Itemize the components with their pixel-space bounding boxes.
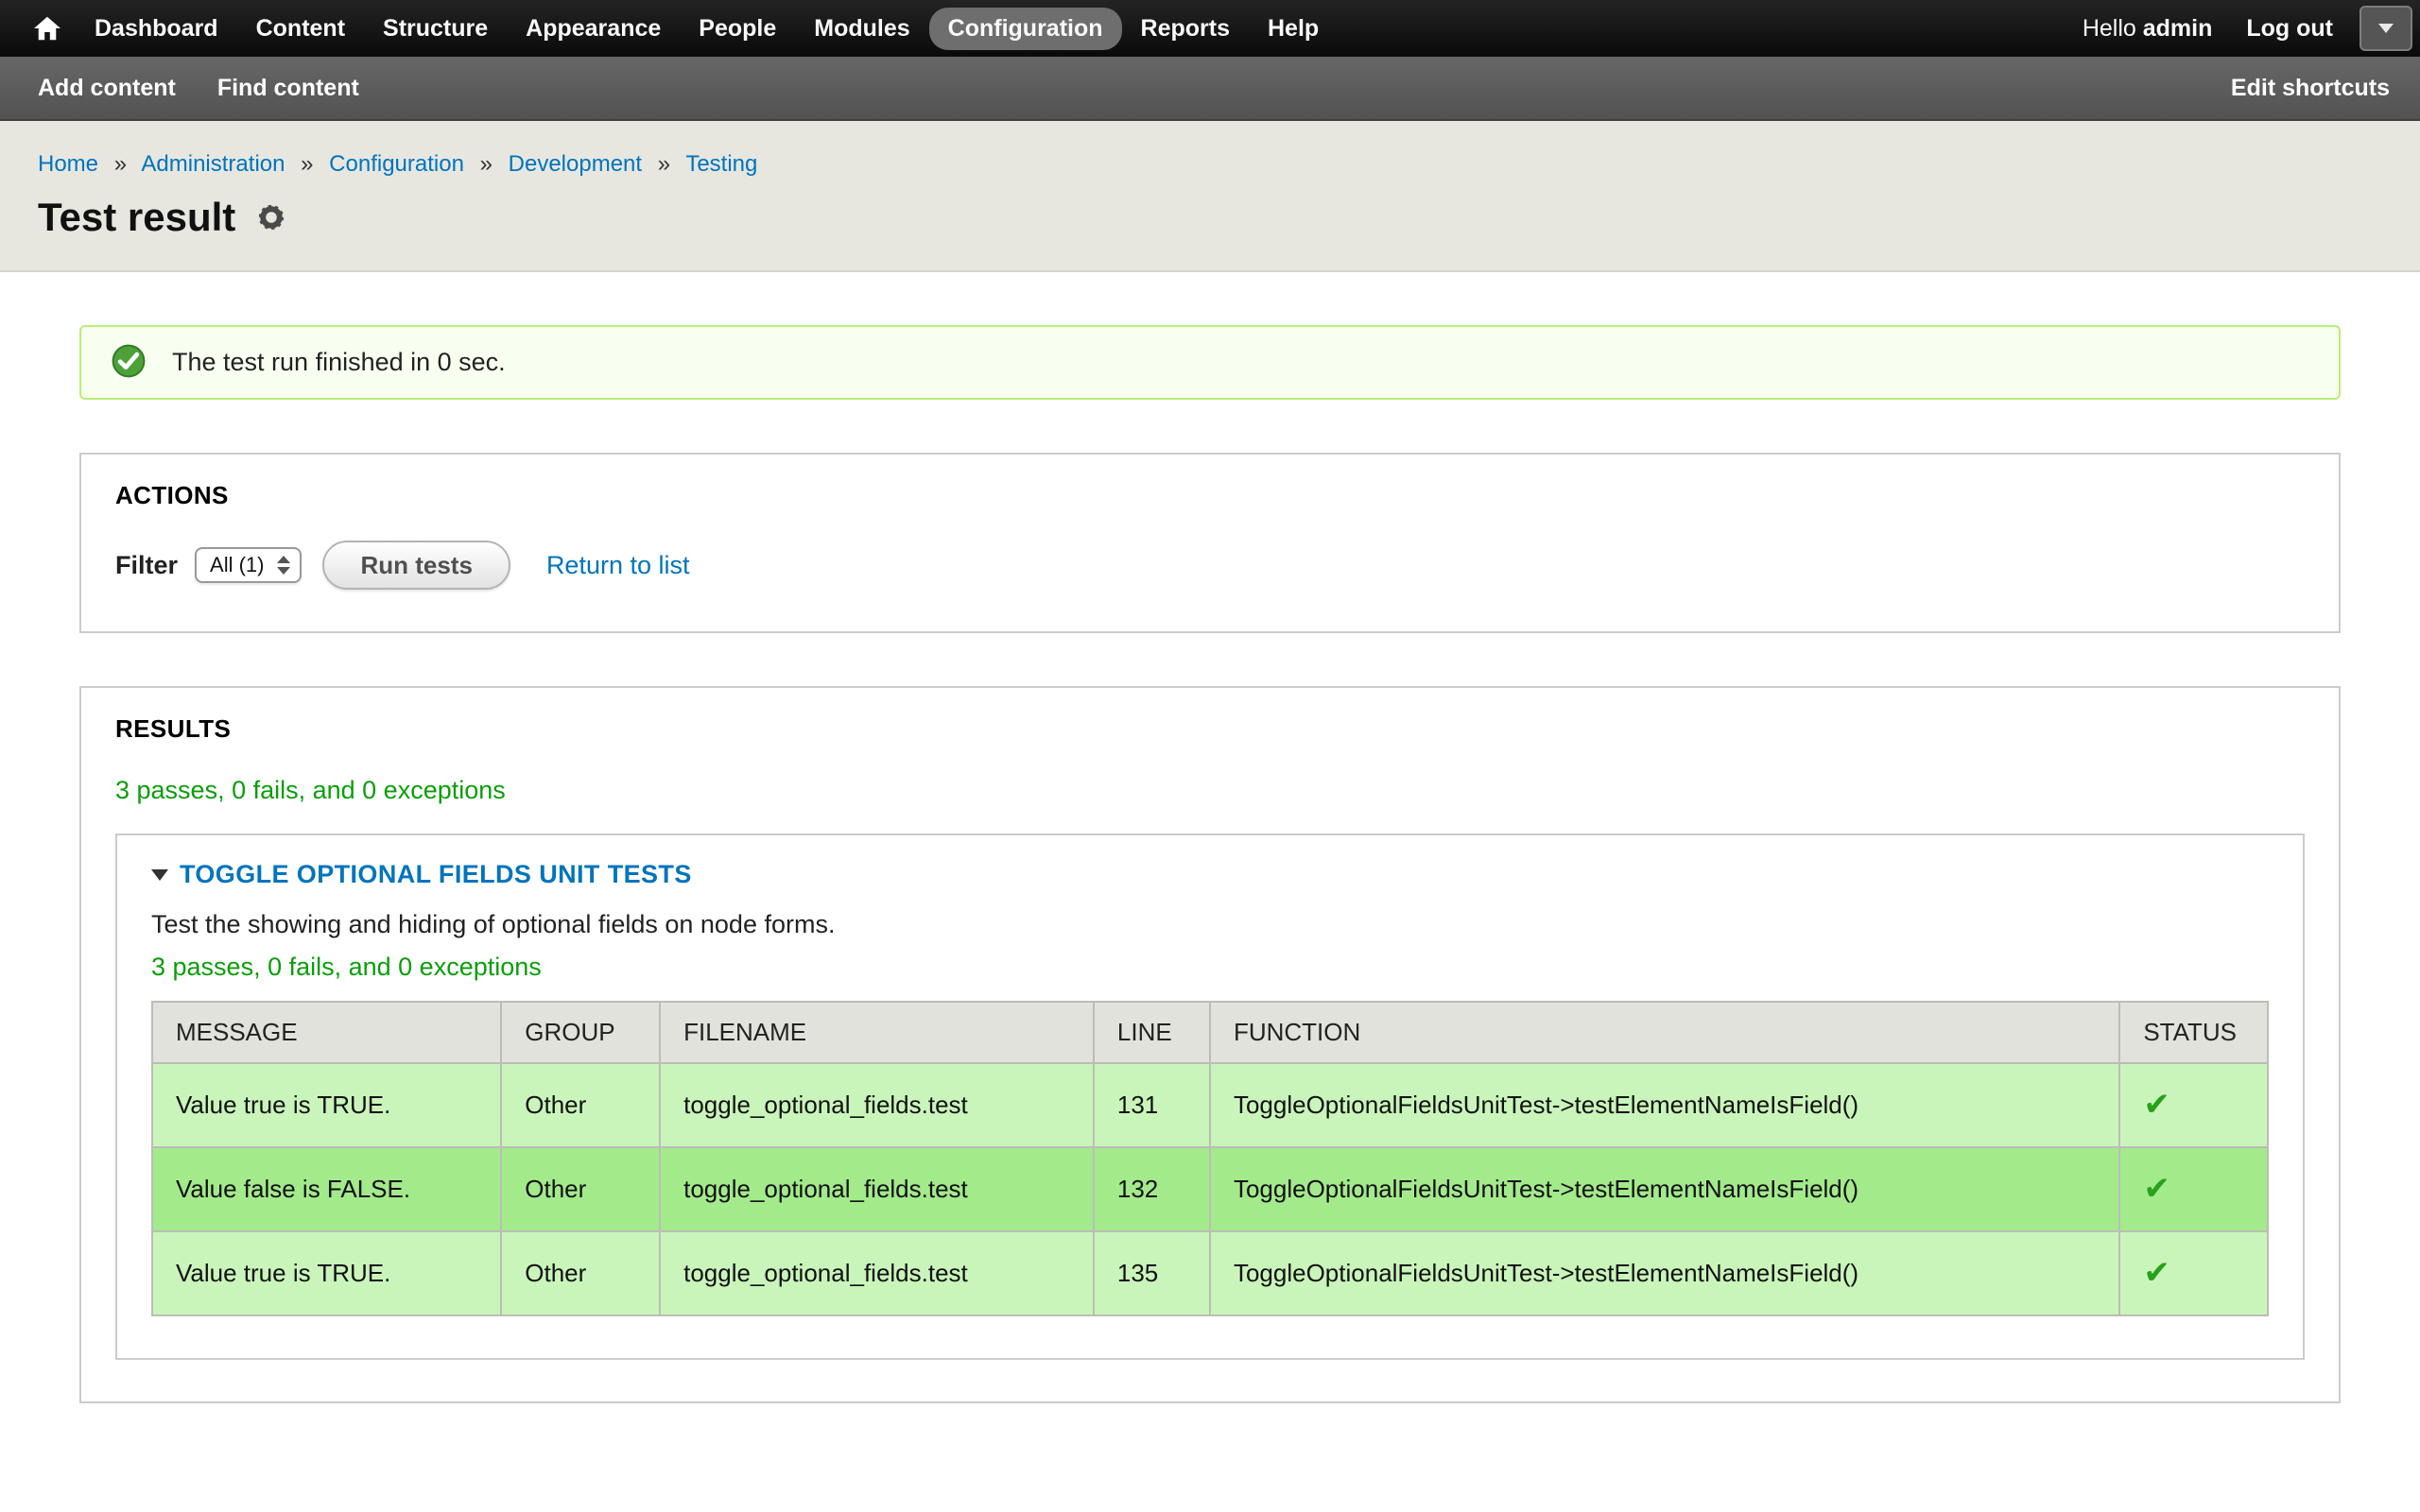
- menu-item-dashboard[interactable]: Dashboard: [76, 8, 237, 50]
- run-tests-button[interactable]: Run tests: [322, 541, 510, 590]
- home-icon[interactable]: [19, 16, 76, 41]
- cell-message: Value false is FALSE.: [152, 1147, 501, 1231]
- results-table: MESSAGE GROUP FILENAME LINE FUNCTION STA…: [151, 1001, 2269, 1316]
- test-group-title-link[interactable]: TOGGLE OPTIONAL FIELDS UNIT TESTS: [180, 860, 692, 889]
- menu-item-help[interactable]: Help: [1249, 8, 1338, 50]
- test-group-summary: 3 passes, 0 fails, and 0 exceptions: [151, 953, 2269, 982]
- cell-line: 135: [1094, 1231, 1210, 1315]
- col-header-group: GROUP: [501, 1002, 660, 1063]
- cell-line: 132: [1094, 1147, 1210, 1231]
- admin-menu: Dashboard Content Structure Appearance P…: [76, 0, 1338, 57]
- filter-select-value: All (1): [210, 553, 264, 577]
- breadcrumb-separator: »: [658, 151, 670, 177]
- pass-check-icon: ✔: [2143, 1255, 2170, 1291]
- admin-toolbar: Dashboard Content Structure Appearance P…: [0, 0, 2420, 57]
- results-table-header-row: MESSAGE GROUP FILENAME LINE FUNCTION STA…: [152, 1002, 2268, 1063]
- col-header-status: STATUS: [2119, 1002, 2268, 1063]
- breadcrumb-administration[interactable]: Administration: [141, 151, 285, 177]
- col-header-line: LINE: [1094, 1002, 1210, 1063]
- actions-legend: ACTIONS: [115, 481, 2305, 510]
- cell-message: Value true is TRUE.: [152, 1063, 501, 1147]
- username: admin: [2143, 15, 2213, 42]
- col-header-function: FUNCTION: [1210, 1002, 2119, 1063]
- cell-message: Value true is TRUE.: [152, 1231, 501, 1315]
- user-greeting: Hello admin: [2064, 15, 2232, 43]
- breadcrumb-separator: »: [301, 151, 313, 177]
- cell-group: Other: [501, 1231, 660, 1315]
- cell-status: ✔: [2119, 1147, 2268, 1231]
- collapse-arrow-icon: [151, 869, 168, 881]
- test-group-description: Test the showing and hiding of optional …: [151, 910, 2269, 939]
- breadcrumb-testing[interactable]: Testing: [685, 151, 757, 177]
- results-legend: RESULTS: [115, 714, 2305, 744]
- select-arrows-icon: [277, 556, 290, 575]
- cell-group: Other: [501, 1147, 660, 1231]
- result-row: Value true is TRUE. Other toggle_optiona…: [152, 1063, 2268, 1147]
- cell-group: Other: [501, 1063, 660, 1147]
- cell-function: ToggleOptionalFieldsUnitTest->testElemen…: [1210, 1063, 2119, 1147]
- menu-item-appearance[interactable]: Appearance: [507, 8, 680, 50]
- menu-item-structure[interactable]: Structure: [364, 8, 507, 50]
- cell-line: 131: [1094, 1063, 1210, 1147]
- test-group-title[interactable]: TOGGLE OPTIONAL FIELDS UNIT TESTS: [151, 860, 2269, 889]
- menu-item-modules[interactable]: Modules: [795, 8, 928, 50]
- cell-filename: toggle_optional_fields.test: [660, 1063, 1094, 1147]
- page-header: Home » Administration » Configuration » …: [0, 121, 2420, 272]
- breadcrumb-separator: »: [114, 151, 127, 177]
- status-message: The test run finished in 0 sec.: [79, 325, 2341, 400]
- logout-link[interactable]: Log out: [2231, 15, 2360, 43]
- cell-status: ✔: [2119, 1231, 2268, 1315]
- result-row: Value false is FALSE. Other toggle_optio…: [152, 1147, 2268, 1231]
- cell-status: ✔: [2119, 1063, 2268, 1147]
- chevron-down-icon: [2378, 24, 2394, 33]
- breadcrumb: Home » Administration » Configuration » …: [38, 151, 2375, 178]
- cell-function: ToggleOptionalFieldsUnitTest->testElemen…: [1210, 1147, 2119, 1231]
- contextual-gear-icon[interactable]: [258, 204, 285, 231]
- col-header-message: MESSAGE: [152, 1002, 501, 1063]
- cell-filename: toggle_optional_fields.test: [660, 1231, 1094, 1315]
- cell-function: ToggleOptionalFieldsUnitTest->testElemen…: [1210, 1231, 2119, 1315]
- drupal-admin-page: Dashboard Content Structure Appearance P…: [0, 0, 2420, 1512]
- menu-item-configuration[interactable]: Configuration: [929, 8, 1122, 50]
- main-content: The test run finished in 0 sec. ACTIONS …: [0, 272, 2420, 1479]
- menu-item-people[interactable]: People: [680, 8, 795, 50]
- test-group-fieldset: TOGGLE OPTIONAL FIELDS UNIT TESTS Test t…: [115, 833, 2305, 1360]
- shortcut-find-content[interactable]: Find content: [217, 75, 382, 102]
- col-header-filename: FILENAME: [660, 1002, 1094, 1063]
- breadcrumb-home[interactable]: Home: [38, 151, 98, 177]
- results-fieldset: RESULTS 3 passes, 0 fails, and 0 excepti…: [79, 686, 2341, 1403]
- cell-filename: toggle_optional_fields.test: [660, 1147, 1094, 1231]
- breadcrumb-development[interactable]: Development: [509, 151, 642, 177]
- result-row: Value true is TRUE. Other toggle_optiona…: [152, 1231, 2268, 1315]
- success-check-icon: [112, 344, 146, 378]
- results-table-body: Value true is TRUE. Other toggle_optiona…: [152, 1063, 2268, 1315]
- results-summary: 3 passes, 0 fails, and 0 exceptions: [115, 776, 2305, 805]
- shortcut-add-content[interactable]: Add content: [38, 75, 199, 102]
- breadcrumb-configuration[interactable]: Configuration: [329, 151, 464, 177]
- breadcrumb-separator: »: [480, 151, 493, 177]
- return-to-list-link[interactable]: Return to list: [546, 551, 690, 580]
- filter-label: Filter: [115, 551, 178, 580]
- menu-item-content[interactable]: Content: [237, 8, 364, 50]
- shortcut-bar: Add content Find content Edit shortcuts: [0, 57, 2420, 121]
- actions-fieldset: ACTIONS Filter All (1) Run tests Return …: [79, 453, 2341, 633]
- edit-shortcuts-link[interactable]: Edit shortcuts: [2231, 75, 2390, 102]
- page-title: Test result: [38, 195, 235, 240]
- pass-check-icon: ✔: [2143, 1171, 2170, 1207]
- pass-check-icon: ✔: [2143, 1087, 2170, 1123]
- filter-select[interactable]: All (1): [195, 547, 302, 583]
- toolbar-toggle-button[interactable]: [2360, 6, 2412, 51]
- status-message-text: The test run finished in 0 sec.: [172, 348, 506, 376]
- menu-item-reports[interactable]: Reports: [1122, 8, 1249, 50]
